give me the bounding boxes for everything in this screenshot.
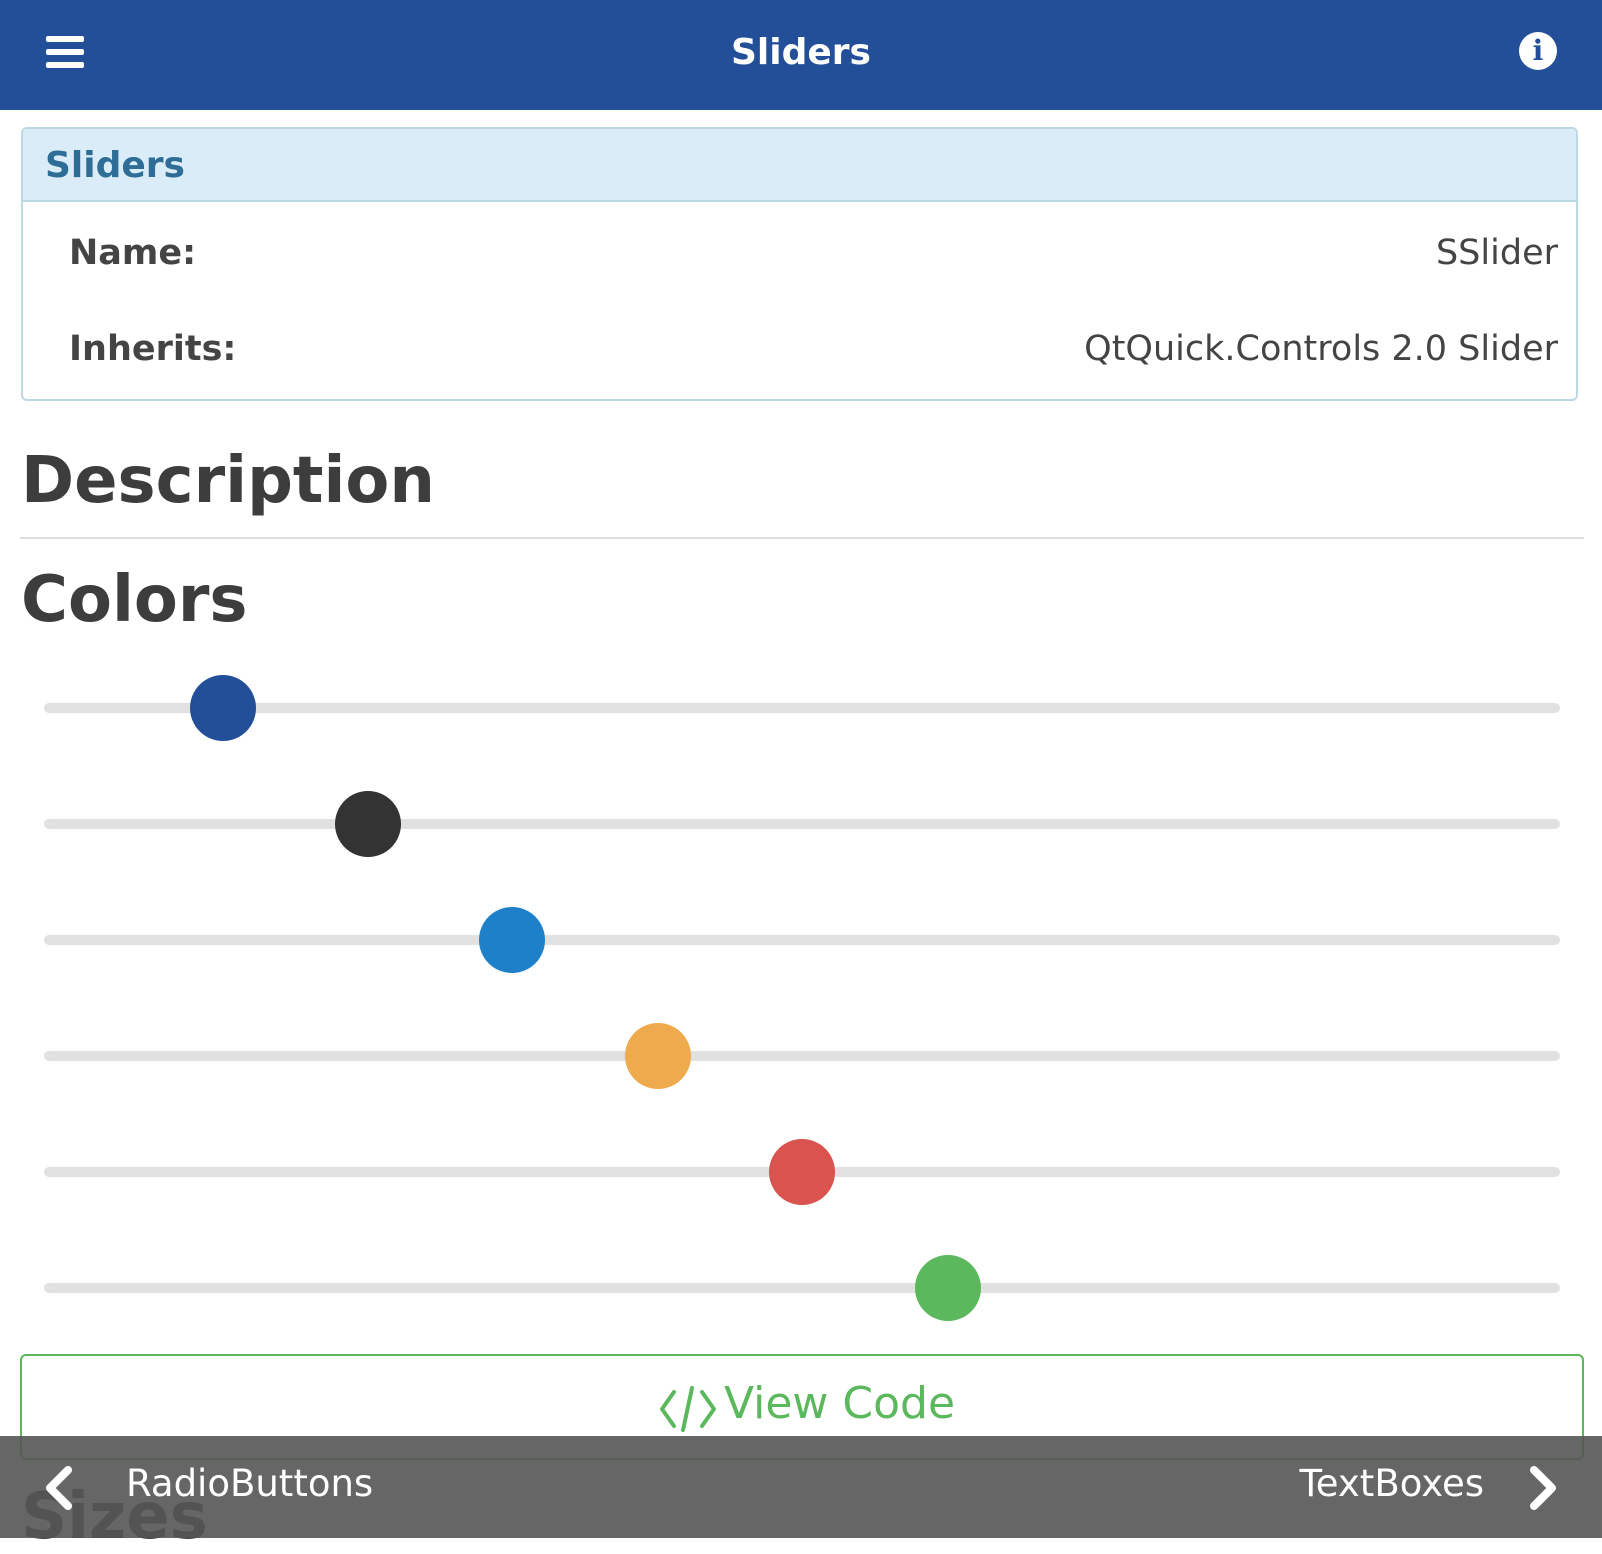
app-bar: Sliders i (0, 0, 1602, 110)
slider-handle[interactable] (190, 675, 256, 741)
inherits-label: Inherits: (69, 329, 237, 369)
section-divider (20, 537, 1584, 539)
slider-track[interactable] (44, 1051, 1560, 1061)
component-info-panel: Sliders Name: SSlider Inherits: QtQuick.… (21, 127, 1578, 401)
description-heading: Description (21, 444, 435, 518)
slider-handle[interactable] (625, 1023, 691, 1089)
slider-primary[interactable] (44, 675, 1560, 741)
panel-header (23, 129, 1576, 202)
slider-track[interactable] (44, 1283, 1560, 1293)
slider-track[interactable] (44, 819, 1560, 829)
slider-dark[interactable] (44, 791, 1560, 857)
slider-handle[interactable] (335, 791, 401, 857)
prev-page-button[interactable]: RadioButtons (30, 1436, 430, 1538)
view-code-label: View Code (724, 1378, 956, 1429)
code-icon (660, 1386, 716, 1432)
inherits-value: QtQuick.Controls 2.0 Slider (1084, 329, 1558, 369)
slider-success[interactable] (44, 1255, 1560, 1321)
name-value: SSlider (1435, 233, 1558, 273)
prev-page-label: RadioButtons (126, 1462, 374, 1505)
slider-warning[interactable] (44, 1023, 1560, 1089)
name-label: Name: (69, 233, 197, 273)
slider-info[interactable] (44, 907, 1560, 973)
next-page-label: TextBoxes (1299, 1462, 1484, 1505)
page-title: Sliders (731, 32, 871, 73)
slider-track[interactable] (44, 703, 1560, 713)
panel-title: Sliders (45, 145, 185, 186)
next-page-button[interactable]: TextBoxes (1172, 1436, 1572, 1538)
slider-track[interactable] (44, 935, 1560, 945)
chevron-right-icon (1530, 1466, 1556, 1510)
colors-heading: Colors (21, 563, 248, 637)
slider-handle[interactable] (479, 907, 545, 973)
bottom-nav-bar: RadioButtons TextBoxes (0, 1436, 1602, 1538)
chevron-left-icon (46, 1466, 72, 1510)
slider-danger[interactable] (44, 1139, 1560, 1205)
slider-handle[interactable] (769, 1139, 835, 1205)
slider-handle[interactable] (915, 1255, 981, 1321)
info-icon[interactable]: i (1519, 32, 1557, 70)
